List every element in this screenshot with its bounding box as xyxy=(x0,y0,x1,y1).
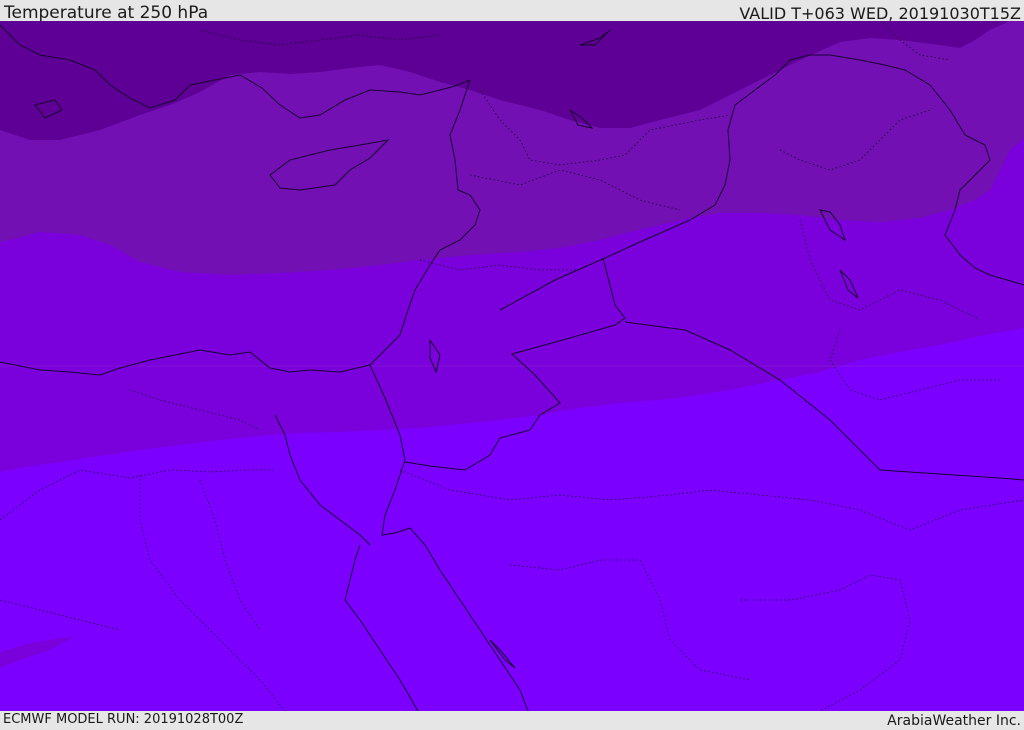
temperature-map xyxy=(0,21,1024,711)
map-title: Temperature at 250 hPa xyxy=(4,3,209,23)
credit-text: ArabiaWeather Inc. xyxy=(887,713,1021,729)
map-view[interactable] xyxy=(0,21,1024,711)
footer-bar: ECMWF MODEL RUN: 20191028T00Z ArabiaWeat… xyxy=(0,711,1024,729)
header-bar: Temperature at 250 hPa VALID T+063 WED, … xyxy=(0,0,1024,23)
model-run: ECMWF MODEL RUN: 20191028T00Z xyxy=(3,712,244,727)
